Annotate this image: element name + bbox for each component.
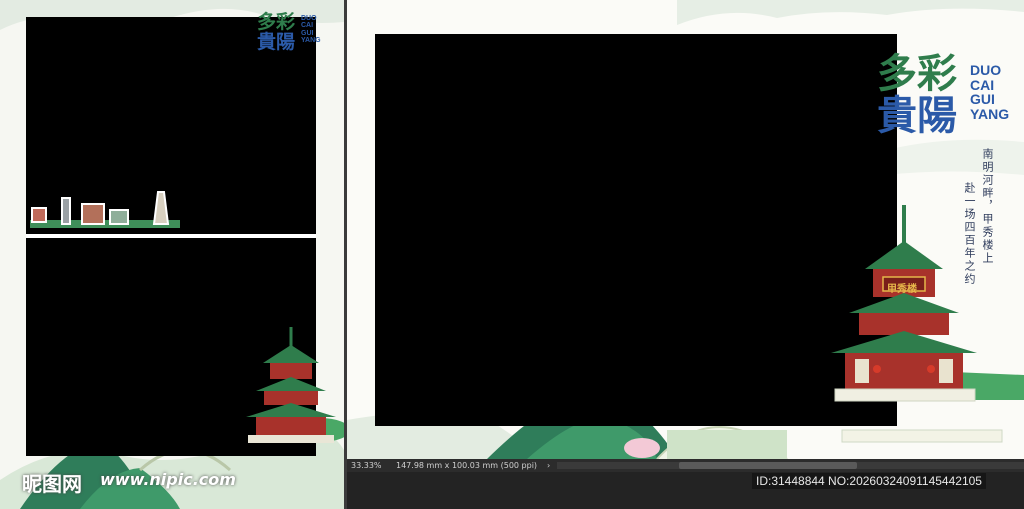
right-logo-chinese-line2: 貴陽 [877,92,957,139]
left-logo-pinyin-cai: CAI [301,22,314,30]
right-canvas-panel: 多彩 貴陽 DUO CAI GUI YANG 南明河畔，甲秀楼上 赴一场四百年之… [347,0,1024,459]
right-logo-chinese-line1: 多彩 [877,50,957,97]
right-logo-pinyin-cai: CAI [970,76,995,93]
left-logo-pinyin-gui: GUI [301,29,314,37]
document-info[interactable]: 147.98 mm x 100.03 mm (500 ppi) [396,459,537,472]
right-logo-pinyin: DUO CAI GUI YANG [970,63,1009,122]
right-photo-frame [375,34,897,426]
landmarks-sticker-strip [30,191,180,228]
pavilion-sign-text: 甲秀楼 [887,284,917,295]
watermark-site-url: www.nipic.com [100,470,236,489]
left-pavilion-illustration [246,327,336,443]
horizontal-scrollbar[interactable] [557,462,1024,469]
left-logo-pinyin-duo: DUO [301,15,317,22]
left-logo-pinyin: DUO CAI GUI YANG [301,15,321,44]
watermark-id-line: ID:31448844 NO:20260324091145442105 [752,473,986,489]
watermark-site-cn: 昵图网 [22,472,82,496]
right-logo-pinyin-yang: YANG [970,106,1010,123]
left-preview-panel: 多彩 貴陽 DUO CAI GUI YANG 昵图网 www.nipic.com [0,0,344,509]
left-logo-chinese-line2: 貴陽 [257,31,296,53]
left-logo-pinyin-yang: YANG [301,37,321,45]
status-menu-arrow[interactable]: › [547,459,550,472]
status-bar: 33.33% 147.98 mm x 100.03 mm (500 ppi) › [347,459,1024,472]
zoom-level[interactable]: 33.33% [351,459,382,472]
right-pavilion-illustration [831,205,977,402]
scrollbar-thumb[interactable] [679,462,857,469]
right-logo-pinyin-duo: DUO [970,62,1002,78]
right-logo-pinyin-gui: GUI [970,91,995,108]
left-logo-chinese-line1: 多彩 [257,11,296,33]
